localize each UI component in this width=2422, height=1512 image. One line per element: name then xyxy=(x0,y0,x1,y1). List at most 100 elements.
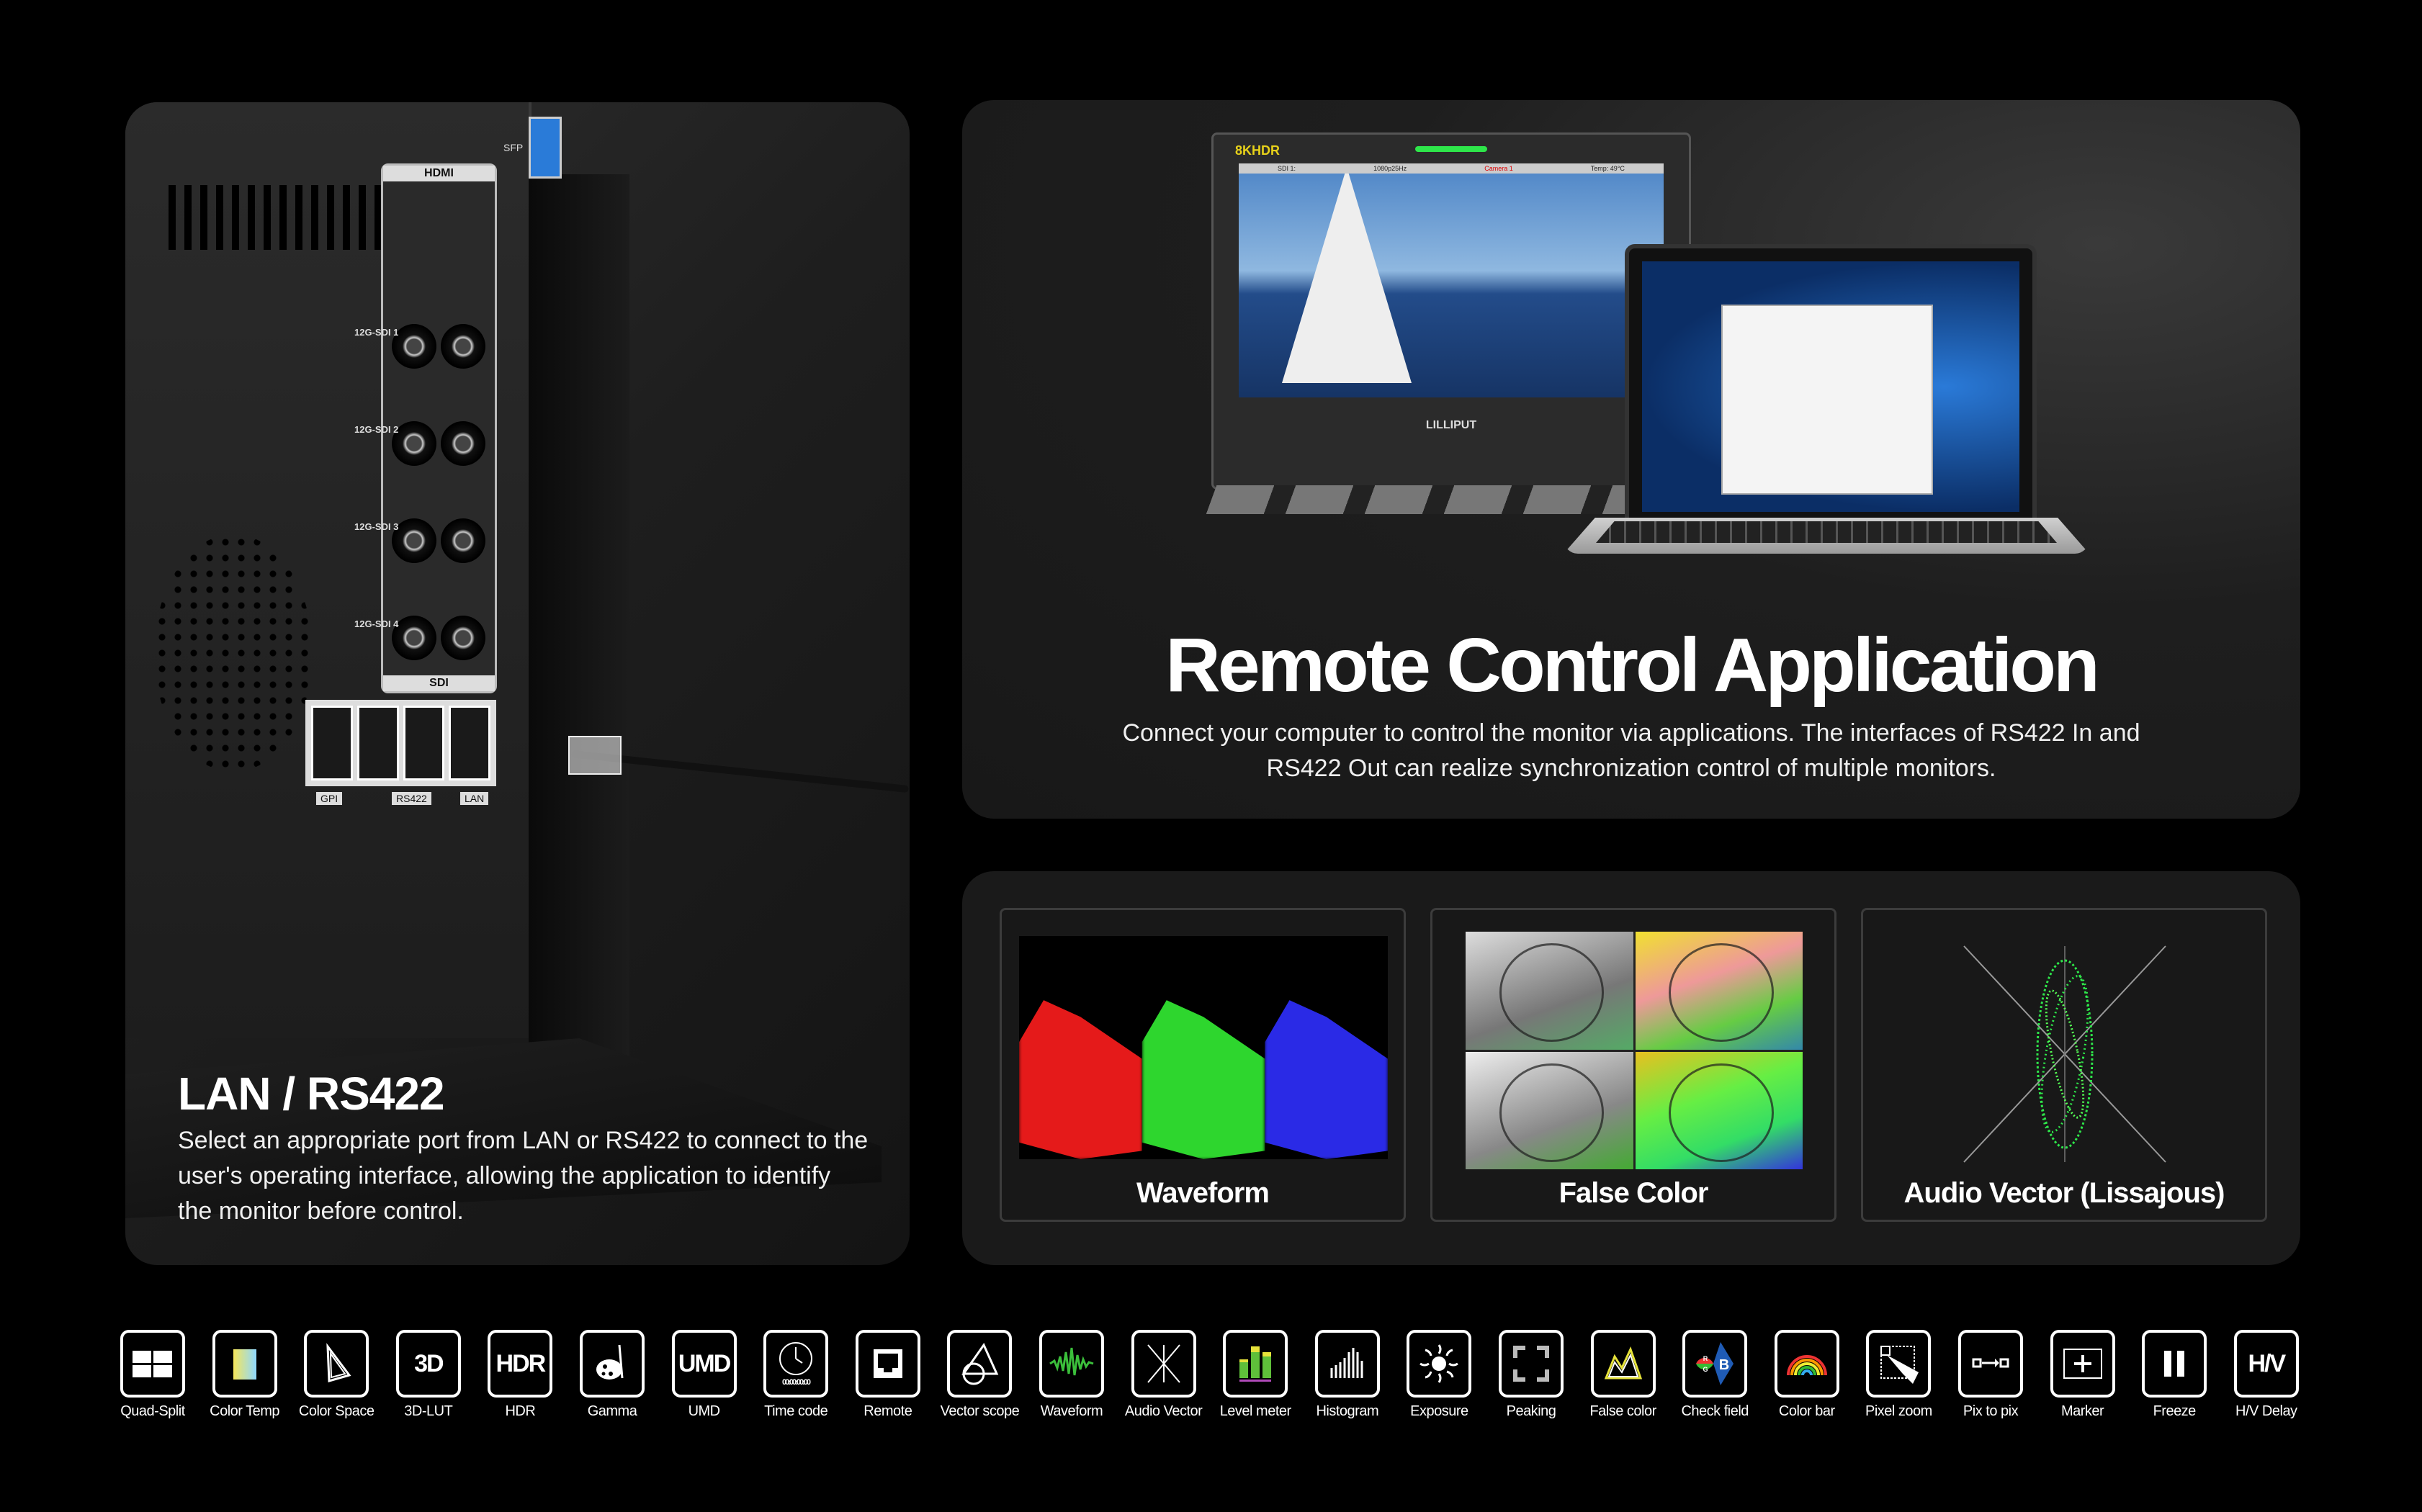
tool-pixel-zoom: Pixel zoom xyxy=(1855,1330,1942,1420)
remote-control-description: Connect your computer to control the mon… xyxy=(1122,719,2140,782)
hdmi-label: HDMI xyxy=(383,166,495,181)
tool-label: UMD xyxy=(688,1403,721,1419)
monitor-screen xyxy=(1239,167,1664,397)
peaking-frame-icon xyxy=(1499,1330,1564,1398)
pause-icon xyxy=(2142,1330,2207,1398)
sailboat-image xyxy=(1282,167,1412,383)
rs422-label: RS422 xyxy=(392,792,431,805)
tool-quad-split: Quad-Split xyxy=(109,1330,196,1420)
histogram-icon xyxy=(1314,1330,1380,1398)
status-umd: Camera 1 xyxy=(1484,165,1513,172)
status-input: SDI 1: xyxy=(1278,165,1296,172)
monitor-foot xyxy=(1206,485,1664,514)
feature-card-audio-vector: Audio Vector (Lissajous) xyxy=(1861,908,2267,1222)
sdi-out-3 xyxy=(441,518,485,563)
tool-exposure: Exposure xyxy=(1396,1330,1482,1420)
tool-color-temp: Color Temp xyxy=(202,1330,288,1420)
sdi-port-label: 12G-SDI 1 xyxy=(354,327,399,338)
lissajous-image xyxy=(1963,945,2166,1163)
tool-label: Quad-Split xyxy=(120,1403,185,1419)
color-space-icon xyxy=(304,1330,369,1398)
status-format: 1080p25Hz xyxy=(1373,165,1407,172)
lan-label: LAN xyxy=(460,792,489,805)
tool-h-v-delay: H/V H/V Delay xyxy=(2223,1330,2310,1420)
monitor-rear-illustration: HDMI SDI 12G-SDI 1 12G-SDI 2 12G-SDI 3 1… xyxy=(125,102,532,1038)
sdi-out-1 xyxy=(441,324,485,369)
tool-marker: Marker xyxy=(2040,1330,2126,1420)
monitor-status-bar: SDI 1: 1080p25Hz Camera 1 Temp: 49°C xyxy=(1239,163,1664,174)
tool-label: Vector scope xyxy=(940,1403,1020,1419)
clock-icon: 00:00:00:00 xyxy=(763,1330,829,1398)
umd-icon: UMD xyxy=(671,1330,737,1398)
tool-label: Time code xyxy=(764,1403,828,1419)
tool-label: Pix to pix xyxy=(1963,1403,2019,1419)
sfp-label: SFP xyxy=(503,142,524,153)
tool-peaking: Peaking xyxy=(1488,1330,1574,1420)
pix-to-pix-icon xyxy=(1958,1330,2023,1398)
lan-port xyxy=(449,706,490,780)
false-color-image xyxy=(1466,932,1803,1169)
tool-label: Peaking xyxy=(1506,1403,1556,1419)
svg-text:B: B xyxy=(1719,1357,1729,1373)
feature-card-waveform: Waveform xyxy=(1000,908,1406,1222)
tool-label: H/V Delay xyxy=(2235,1403,2297,1419)
brand-badge: 8KHDR xyxy=(1235,143,1280,158)
tool-color-bar: Color bar xyxy=(1764,1330,1850,1420)
tool-3d-lut: 3D 3D-LUT xyxy=(385,1330,472,1420)
monitor-stand xyxy=(529,174,629,1182)
tool-level-meter: Level meter xyxy=(1212,1330,1299,1420)
sdi-port-label: 12G-SDI 4 xyxy=(354,618,399,629)
tool-label: Level meter xyxy=(1219,1403,1292,1419)
status-temp: Temp: 49°C xyxy=(1590,165,1625,172)
laptop-illustration xyxy=(1625,244,2037,526)
tool-vector-scope: Vector scope xyxy=(936,1330,1023,1420)
feature-label: False Color xyxy=(1558,1177,1709,1209)
marker-cross-icon xyxy=(2050,1330,2115,1398)
lan-rs422-panel: HDMI SDI 12G-SDI 1 12G-SDI 2 12G-SDI 3 1… xyxy=(125,102,910,1265)
feature-card-false-color: False Color xyxy=(1430,908,1836,1222)
tool-remote: Remote xyxy=(845,1330,931,1420)
tool-label: Color Temp xyxy=(210,1403,280,1419)
tool-color-space: Color Space xyxy=(293,1330,380,1420)
tool-check-field: B R G Check field xyxy=(1672,1330,1758,1420)
laptop-screen xyxy=(1642,261,2019,512)
remote-app-window xyxy=(1721,305,1933,495)
gpi-label: GPI xyxy=(316,792,343,805)
rj45-plug xyxy=(568,736,622,775)
lan-rs422-description: Select an appropriate port from LAN or R… xyxy=(178,1127,869,1225)
waveform-image xyxy=(1019,936,1389,1159)
sdi-out-4 xyxy=(441,616,485,660)
tool-gamma: Gamma xyxy=(569,1330,655,1420)
tool-umd: UMD UMD xyxy=(661,1330,748,1420)
tool-label: Waveform xyxy=(1040,1403,1103,1419)
tool-pix-to-pix: Pix to pix xyxy=(1947,1330,2034,1420)
hdr-icon: HDR xyxy=(488,1330,553,1398)
tool-label: Audio Vector xyxy=(1124,1403,1203,1419)
sfp-module xyxy=(529,117,562,179)
remote-control-panel: 8KHDR SDI 1: 1080p25Hz Camera 1 Temp: 49… xyxy=(962,100,2300,819)
rgb-check-icon: BRG xyxy=(1682,1330,1748,1398)
color-temp-icon xyxy=(212,1330,277,1398)
scope-features-panel: Waveform False Color Audio Vector (Lissa… xyxy=(962,871,2300,1265)
tool-time-code: 00:00:00:00 Time code xyxy=(753,1330,839,1420)
tool-audio-vector: Audio Vector xyxy=(1121,1330,1207,1420)
sdi-label: SDI xyxy=(383,675,495,691)
hv-delay-icon: H/V xyxy=(2233,1330,2299,1398)
pixel-zoom-hand-icon xyxy=(1866,1330,1932,1398)
speaker-grille xyxy=(154,534,313,772)
rj45-ports xyxy=(305,700,496,786)
tool-label: Exposure xyxy=(1410,1403,1468,1419)
tool-label: Marker xyxy=(2060,1403,2104,1419)
tool-label: Color Space xyxy=(298,1403,374,1419)
tally-led xyxy=(1415,146,1487,152)
sdi-port-label: 12G-SDI 3 xyxy=(354,521,399,532)
tool-label: Pixel zoom xyxy=(1865,1403,1932,1419)
ethernet-port-icon xyxy=(855,1330,920,1398)
tool-label: HDR xyxy=(505,1403,536,1419)
tool-label: Histogram xyxy=(1316,1403,1379,1419)
tool-label: 3D-LUT xyxy=(404,1403,453,1419)
3d-lut-icon: 3D xyxy=(395,1330,461,1398)
tool-label: Remote xyxy=(864,1403,912,1419)
tool-waveform: Waveform xyxy=(1028,1330,1115,1420)
svg-text:00:00:00:00: 00:00:00:00 xyxy=(782,1378,811,1387)
